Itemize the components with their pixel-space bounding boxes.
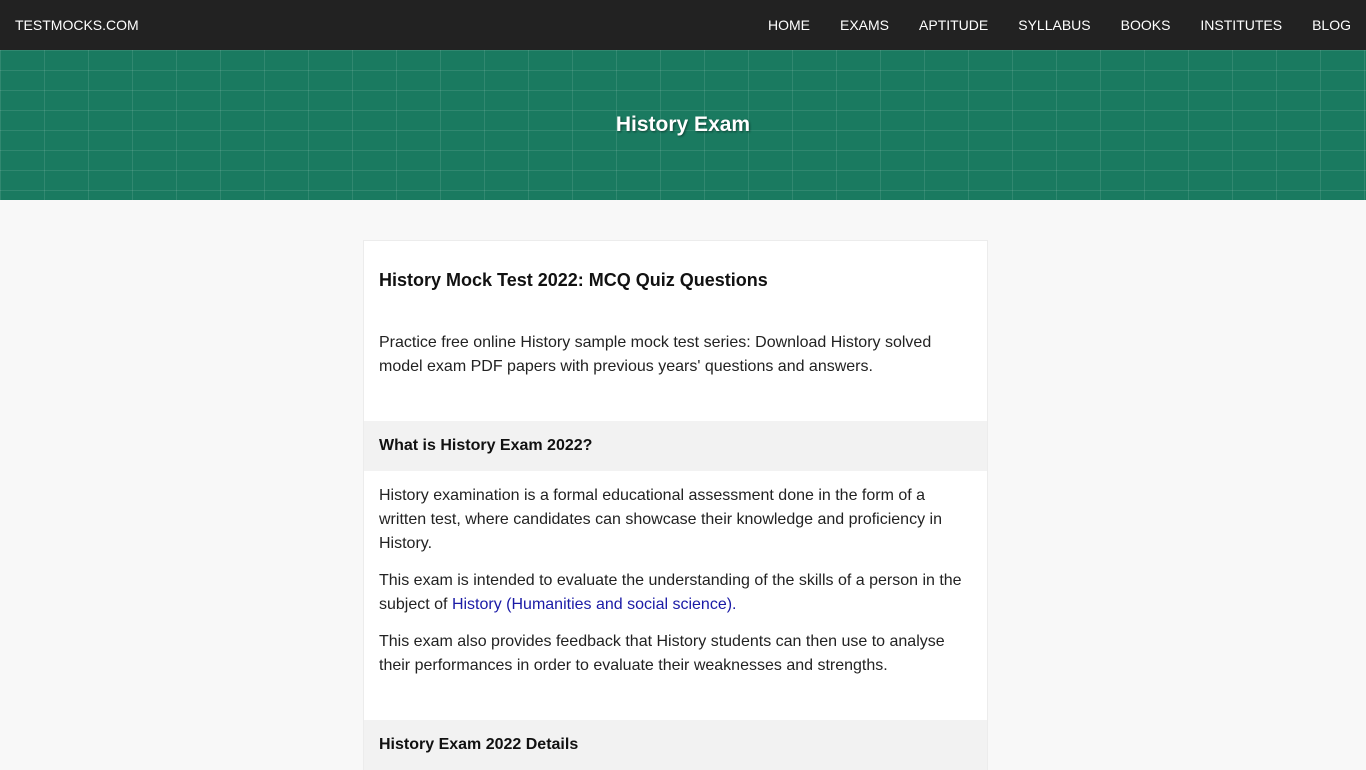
- nav-item-blog[interactable]: BLOG: [1312, 17, 1351, 33]
- paragraph: This exam is intended to evaluate the un…: [379, 569, 972, 617]
- section-title: History Exam 2022 Details: [379, 736, 579, 753]
- nav-item-books[interactable]: BOOKS: [1121, 17, 1171, 33]
- section-title: What is History Exam 2022?: [379, 437, 593, 454]
- article-header: History Mock Test 2022: MCQ Quiz Questio…: [364, 241, 987, 292]
- nav-item-institutes[interactable]: INSTITUTES: [1200, 17, 1282, 33]
- main-menu: HOME EXAMS APTITUDE SYLLABUS BOOKS INSTI…: [738, 0, 1366, 50]
- nav-item-syllabus[interactable]: SYLLABUS: [1018, 17, 1090, 33]
- history-subject-link[interactable]: History (Humanities and social science).: [452, 596, 737, 613]
- nav-item-exams[interactable]: EXAMS: [840, 17, 889, 33]
- paragraph: This exam also provides feedback that Hi…: [379, 633, 945, 674]
- site-logo-link[interactable]: TESTMOCKS.COM: [15, 17, 139, 33]
- article-card: History Mock Test 2022: MCQ Quiz Questio…: [363, 240, 988, 770]
- article-intro: Practice free online History sample mock…: [379, 334, 932, 375]
- nav-item-aptitude[interactable]: APTITUDE: [919, 17, 988, 33]
- article-title: History Mock Test 2022: MCQ Quiz Questio…: [379, 270, 768, 290]
- nav-item-home[interactable]: HOME: [768, 17, 810, 33]
- top-navbar: TESTMOCKS.COM HOME EXAMS APTITUDE SYLLAB…: [0, 0, 1366, 50]
- section-heading-details: History Exam 2022 Details: [364, 720, 987, 770]
- section-heading-what-is: What is History Exam 2022?: [364, 421, 987, 471]
- paragraph: History examination is a formal educatio…: [379, 487, 942, 552]
- hero-banner: History Exam: [0, 50, 1366, 200]
- page-title: History Exam: [615, 112, 751, 136]
- section-body-what-is: History examination is a formal educatio…: [364, 471, 987, 720]
